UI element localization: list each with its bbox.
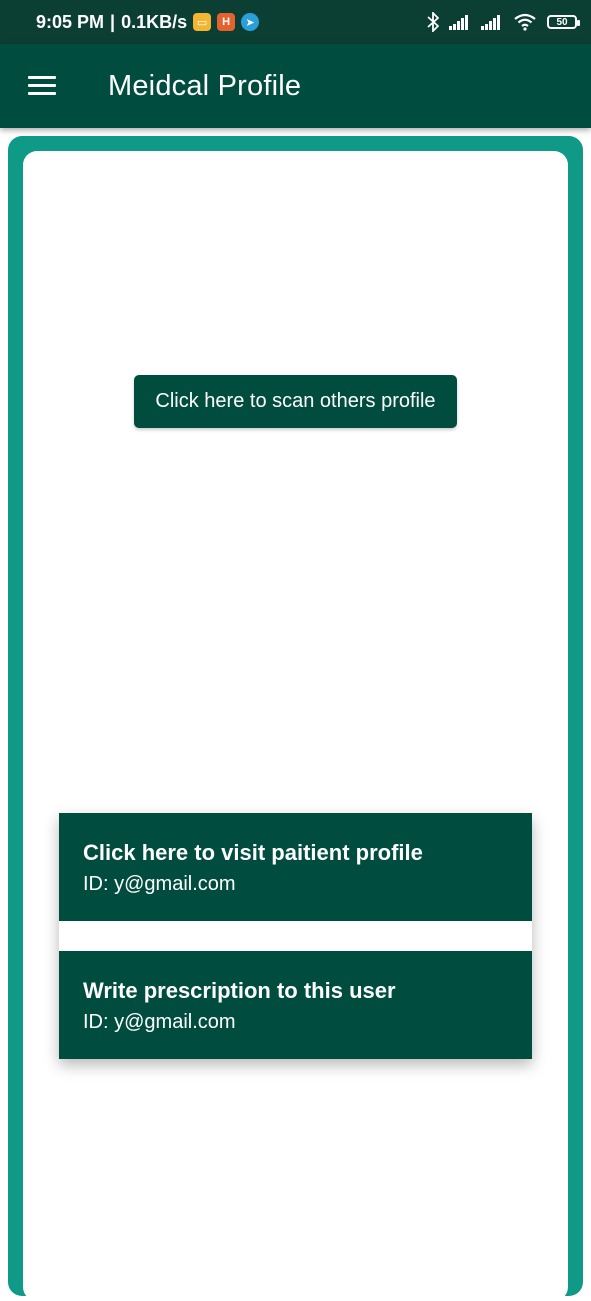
status-left: 9:05 PM | 0.1KB/s ▭ H ➤ [36,11,260,33]
signal-icon [481,15,500,30]
hamburger-menu-icon [28,76,56,96]
visit-patient-profile-item[interactable]: Click here to visit paitient profile ID:… [59,813,532,921]
wifi-icon [514,13,536,31]
status-bar: 9:05 PM | 0.1KB/s ▭ H ➤ 50 [0,0,591,44]
status-time: 9:05 PM [36,11,105,32]
status-right: 50 [427,12,580,32]
signal-icon [449,15,468,30]
page-title: Meidcal Profile [108,69,302,102]
status-separator: | [110,11,116,32]
battery-level: 50 [556,16,568,28]
telegram-icon: ➤ [241,13,260,31]
content-card [23,151,568,1301]
list-item-id: ID: y@gmail.com [83,873,236,895]
list-item-id: ID: y@gmail.com [83,1011,236,1033]
network-speed: 0.1KB/s [121,11,188,32]
list-item-title: Click here to visit paitient profile [83,840,423,865]
message-notification-icon: ▭ [193,13,212,31]
app-bar: Meidcal Profile [0,44,591,128]
menu-button[interactable] [12,56,72,116]
list-item-title: Write prescription to this user [83,978,396,1003]
bluetooth-icon [427,12,439,32]
battery-icon: 50 [547,15,580,29]
h-app-notification-icon: H [217,13,236,31]
scan-profile-button[interactable]: Click here to scan others profile [134,375,457,428]
action-list: Click here to visit paitient profile ID:… [59,813,532,1059]
write-prescription-item[interactable]: Write prescription to this user ID: y@gm… [59,951,532,1059]
